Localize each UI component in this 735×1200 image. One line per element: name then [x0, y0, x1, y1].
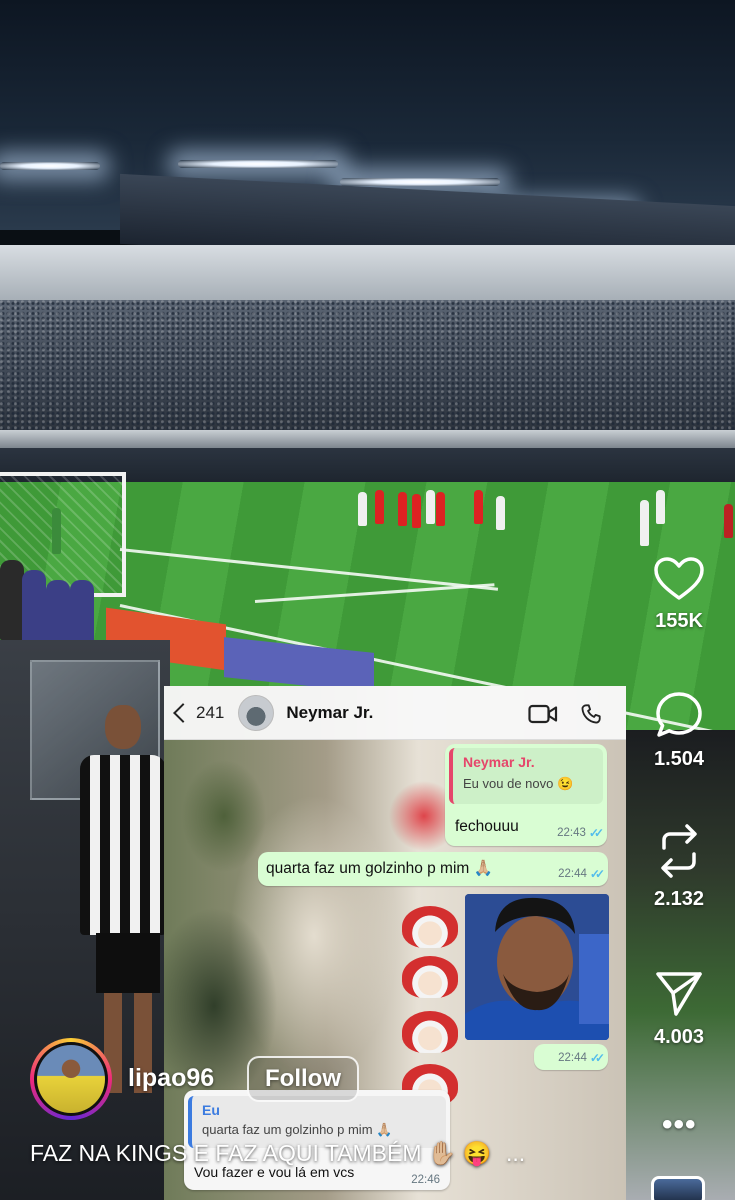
fan — [22, 570, 46, 650]
message-meta: 22:46 — [411, 1174, 440, 1186]
like-count: 155K — [655, 610, 703, 632]
player — [375, 490, 384, 524]
read-receipt-icon: ✓✓ — [589, 1051, 605, 1065]
message-time: 22:44 — [558, 1052, 587, 1064]
message-meta: 22:43 ✓✓ — [557, 826, 604, 840]
player — [656, 490, 665, 524]
stand-barrier — [0, 430, 735, 448]
contact-name: Neymar Jr. — [286, 702, 374, 722]
fan — [0, 560, 24, 640]
player — [426, 490, 435, 524]
send-icon — [656, 972, 702, 1016]
player — [724, 504, 733, 538]
message-meta: 22:44 ✓✓ — [558, 867, 605, 881]
repost-icon — [661, 824, 697, 878]
message-text: quarta faz um golzinho p mim 🙏🏼 — [266, 860, 493, 877]
quoted-text: quarta faz um golzinho p mim 🙏🏼 — [202, 1122, 393, 1137]
username[interactable]: lipao96 — [128, 1064, 214, 1093]
caption-text: FAZ NA KINGS E FAZ AQUI TAMBÉM ✋🏼 😝 — [30, 1140, 492, 1166]
message-bubble: Neymar Jr. Eu vou de novo 😉 fechouuu 22:… — [445, 744, 607, 846]
spectator-head — [105, 705, 141, 749]
message-bubble: quarta faz um golzinho p mim 🙏🏼 22:44 ✓✓ — [258, 852, 608, 886]
santa-decoration — [402, 1011, 458, 1053]
video-call-icon — [528, 704, 558, 724]
player — [398, 492, 407, 526]
message-meta: 22:44 ✓✓ — [558, 1051, 605, 1065]
follow-button[interactable]: Follow — [247, 1056, 359, 1102]
phone-icon — [581, 704, 601, 724]
read-receipt-icon: ✓✓ — [588, 826, 604, 840]
player — [358, 492, 367, 526]
quoted-sender: Eu — [202, 1102, 220, 1118]
photo-time-bubble: 22:44 ✓✓ — [534, 1044, 608, 1070]
quoted-message: Neymar Jr. Eu vou de novo 😉 — [449, 748, 603, 804]
player — [474, 490, 483, 524]
read-receipt-icon: ✓✓ — [589, 867, 605, 881]
player — [412, 494, 421, 528]
floodlight — [178, 160, 338, 168]
spectator-shorts — [96, 933, 160, 993]
floodlight — [0, 162, 100, 170]
back-chevron-icon[interactable] — [173, 702, 193, 723]
avatar-border — [34, 1042, 108, 1116]
floodlight — [340, 178, 500, 186]
chat-header: 241 Neymar Jr. — [164, 686, 626, 740]
repost-button[interactable]: 2.132 — [643, 822, 715, 911]
quoted-sender: Neymar Jr. — [463, 754, 535, 770]
player — [436, 492, 445, 526]
share-count: 4.003 — [653, 1026, 705, 1048]
comment-button[interactable]: 1.504 — [643, 690, 715, 771]
message-time: 22:44 — [558, 868, 587, 880]
caption[interactable]: FAZ NA KINGS E FAZ AQUI TAMBÉM ✋🏼 😝 ... — [30, 1140, 525, 1167]
crowd — [0, 300, 735, 440]
contact-avatar — [238, 694, 275, 731]
spectator-striped-shirt — [80, 705, 166, 1095]
santa-decoration — [402, 956, 458, 998]
spectator-shirt — [80, 755, 166, 935]
comment-icon — [656, 692, 702, 737]
repost-count: 2.132 — [653, 888, 705, 910]
message-text: fechouuu — [455, 818, 519, 835]
comment-count: 1.504 — [653, 748, 705, 770]
photo-person — [465, 894, 609, 1040]
player — [640, 500, 649, 546]
share-button[interactable]: 4.003 — [643, 968, 715, 1049]
like-button[interactable]: 155K — [643, 556, 715, 633]
caption-more[interactable]: ... — [506, 1140, 525, 1166]
story-ring-avatar[interactable] — [30, 1038, 112, 1120]
message-time: 22:46 — [411, 1174, 440, 1186]
santa-decoration — [402, 906, 458, 948]
quoted-text: Eu vou de novo 😉 — [463, 776, 574, 791]
goalkeeper — [52, 508, 61, 554]
avatar — [37, 1045, 105, 1113]
heart-icon — [654, 557, 704, 600]
back-count: 241 — [196, 702, 225, 722]
player — [496, 496, 505, 530]
more-options-button[interactable]: ••• — [662, 1108, 697, 1142]
message-photo — [465, 894, 609, 1040]
audio-thumbnail[interactable] — [651, 1176, 705, 1200]
message-time: 22:43 — [557, 827, 586, 839]
